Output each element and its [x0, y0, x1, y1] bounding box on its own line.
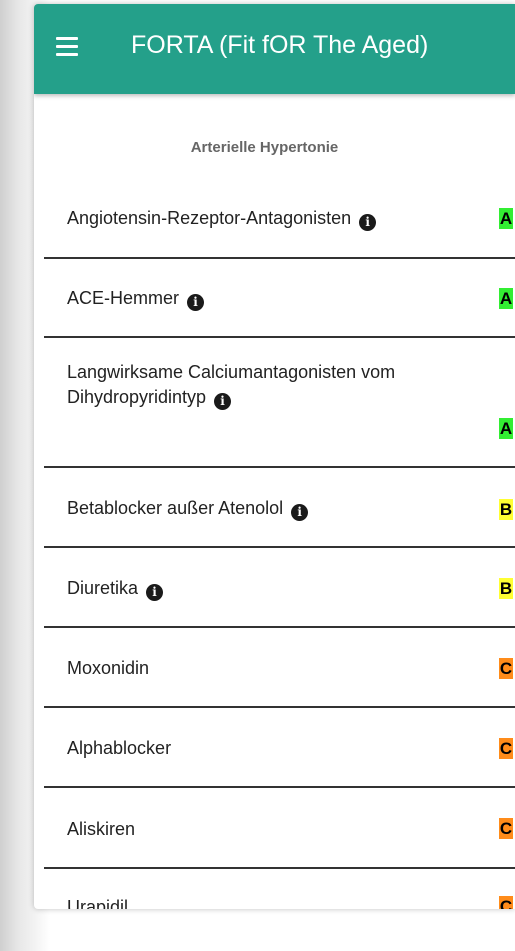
list-item-text: Moxonidin: [67, 658, 150, 678]
list-item-label: Alphablocker: [67, 736, 447, 761]
hamburger-menu-icon[interactable]: [56, 37, 78, 57]
forta-rating-badge: C: [499, 658, 513, 679]
list-item-text: Angiotensin-Rezeptor-Antagonisten: [67, 208, 352, 228]
forta-rating-badge: C: [499, 896, 513, 909]
info-icon[interactable]: i: [187, 294, 205, 311]
info-icon[interactable]: i: [359, 214, 377, 231]
list-item-text: Betablocker außer Atenolol: [67, 498, 284, 518]
list-item-label: Angiotensin-Rezeptor-Antagonisten i: [67, 206, 447, 231]
medication-list: Angiotensin-Rezeptor-Antagonisten i A ACE-H…: [44, 177, 515, 909]
forta-rating-badge: C: [499, 818, 513, 839]
info-icon[interactable]: i: [146, 584, 164, 601]
list-item[interactable]: Betablocker außer Atenolol i B: [44, 468, 515, 548]
section-title: Arterielle Hypertonie: [190, 139, 339, 156]
forta-rating-badge: B: [499, 578, 513, 599]
list-item-text: Alphablocker: [67, 738, 172, 758]
forta-rating-badge: A: [499, 208, 513, 229]
list-item[interactable]: Moxonidin C: [44, 628, 515, 708]
list-item[interactable]: Angiotensin-Rezeptor-Antagonisten i A: [44, 177, 515, 259]
list-item-label: Betablocker außer Atenolol i: [67, 496, 447, 521]
app-title: FORTA (Fit fOR The Aged): [131, 31, 429, 59]
list-item-text: Aliskiren: [67, 819, 136, 839]
list-item[interactable]: Alphablocker C: [44, 708, 515, 788]
list-item-label: ACE-Hemmer i: [67, 286, 447, 311]
forta-rating-badge: A: [499, 418, 513, 439]
main-card: FORTA (Fit fOR The Aged) Arterielle Hype…: [34, 4, 515, 909]
app-bar: FORTA (Fit fOR The Aged): [34, 4, 515, 94]
list-item[interactable]: Urapidil C: [44, 869, 515, 909]
list-item-text: Langwirksame Calciumantagonisten vom Dih…: [67, 362, 396, 407]
forta-rating-badge: C: [499, 738, 513, 759]
list-item-text: ACE-Hemmer: [67, 288, 180, 308]
list-item[interactable]: Langwirksame Calciumantagonisten vom Dih…: [44, 338, 515, 468]
list-item-label: Aliskiren: [67, 817, 447, 842]
list-item[interactable]: Aliskiren C: [44, 788, 515, 869]
info-icon[interactable]: i: [214, 393, 232, 410]
list-item-label: Moxonidin: [67, 656, 447, 681]
list-item-label: Langwirksame Calciumantagonisten vom Dih…: [67, 360, 447, 410]
info-icon[interactable]: i: [291, 504, 309, 521]
list-item-label: Urapidil: [67, 895, 447, 909]
forta-rating-badge: A: [499, 288, 513, 309]
list-item[interactable]: Diuretika i B: [44, 548, 515, 628]
list-item-text: Diuretika: [67, 578, 139, 598]
list-item-text: Urapidil: [67, 897, 129, 909]
list-item[interactable]: ACE-Hemmer i A: [44, 259, 515, 338]
list-item-label: Diuretika i: [67, 576, 447, 601]
forta-rating-badge: B: [499, 499, 513, 520]
